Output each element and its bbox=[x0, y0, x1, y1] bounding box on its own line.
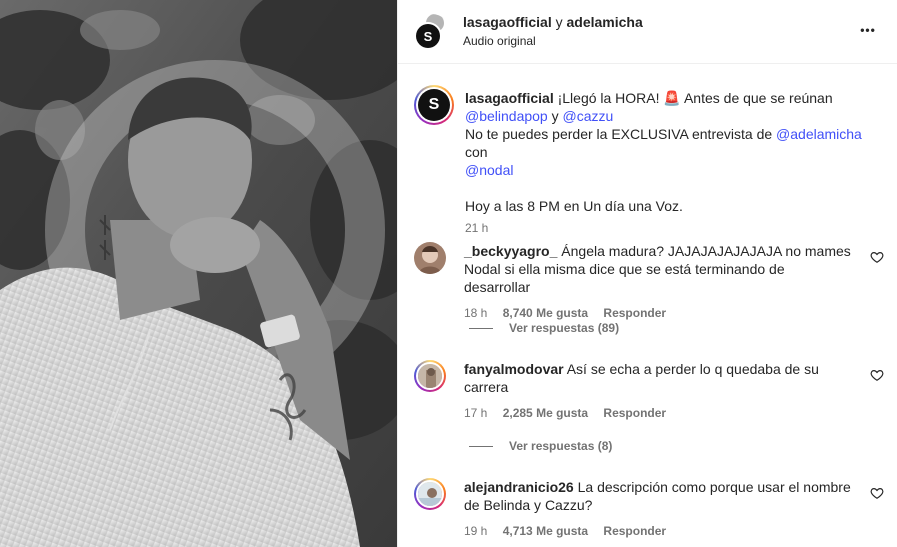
replies-dash bbox=[469, 327, 493, 329]
caption-time[interactable]: 21 h bbox=[465, 221, 885, 235]
heart-icon[interactable] bbox=[870, 486, 884, 500]
mention-adelamicha[interactable]: @adelamicha bbox=[776, 126, 862, 142]
comment-text: Así se echa a perder lo q quedaba de su bbox=[566, 361, 819, 377]
mention-nodal[interactable]: @nodal bbox=[465, 162, 513, 178]
lasaga-logo-icon: S bbox=[418, 89, 450, 121]
mention-belindapop[interactable]: @belindapop bbox=[465, 108, 548, 124]
comment-item: alejandranicio26 La descripción como por… bbox=[414, 478, 884, 544]
comment-likes[interactable]: 4,713 Me gusta bbox=[503, 524, 588, 538]
reply-button[interactable]: Responder bbox=[603, 524, 666, 538]
lasaga-logo-icon: S bbox=[416, 24, 440, 48]
comment-username[interactable]: alejandranicio26 bbox=[464, 479, 574, 495]
comment-username[interactable]: fanyalmodovar bbox=[464, 361, 564, 377]
view-replies-button[interactable]: Ver respuestas (89) bbox=[469, 321, 619, 335]
reply-button[interactable]: Responder bbox=[603, 406, 666, 420]
comment-text: Ángela madura? JAJAJAJAJAJAJA no mames bbox=[561, 243, 851, 259]
author-link-2[interactable]: adelamicha bbox=[566, 14, 642, 30]
authors-separator: y bbox=[555, 14, 563, 30]
caption-username[interactable]: lasagaofficial bbox=[465, 90, 554, 106]
reply-button[interactable]: Responder bbox=[603, 306, 666, 320]
caption-avatar[interactable]: S bbox=[414, 85, 454, 125]
comment-text: La descripción como porque usar el nombr… bbox=[577, 479, 851, 495]
commenter-avatar[interactable] bbox=[414, 478, 446, 510]
comment-text-cont: Nodal si ella misma dice que se está ter… bbox=[464, 261, 785, 295]
comment-item: fanyalmodovar Así se echa a perder lo q … bbox=[414, 360, 884, 460]
post-details-panel: S lasagaofficial y adelamicha Audio orig… bbox=[397, 0, 897, 547]
author-link-1[interactable]: lasagaofficial bbox=[463, 14, 552, 30]
comment-text-cont: carrera bbox=[464, 379, 509, 395]
comment-time[interactable]: 19 h bbox=[464, 524, 487, 538]
author-avatar[interactable]: S bbox=[414, 14, 450, 50]
comment-time[interactable]: 17 h bbox=[464, 406, 487, 420]
caption-text-2: No te puedes perder la EXCLUSIVA entrevi… bbox=[465, 126, 773, 142]
more-icon: ••• bbox=[860, 23, 876, 37]
post-photo bbox=[0, 0, 397, 547]
more-options-button[interactable]: ••• bbox=[856, 18, 880, 42]
view-replies-button[interactable]: Ver respuestas (8) bbox=[469, 439, 612, 453]
comment-username[interactable]: _beckyyagro_ bbox=[464, 243, 557, 259]
commenter-avatar[interactable] bbox=[414, 360, 446, 392]
replies-dash bbox=[469, 445, 493, 447]
comment-likes[interactable]: 8,740 Me gusta bbox=[503, 306, 588, 320]
caption-text-1: ¡Llegó la HORA! 🚨 Antes de que se reúnan bbox=[557, 90, 833, 106]
comment-likes[interactable]: 2,285 Me gusta bbox=[503, 406, 588, 420]
comment-item: _beckyyagro_ Ángela madura? JAJAJAJAJAJA… bbox=[414, 242, 884, 342]
caption-text-3: Hoy a las 8 PM en Un día una Voz. bbox=[465, 198, 683, 214]
heart-icon[interactable] bbox=[870, 368, 884, 382]
post-caption: lasagaofficial ¡Llegó la HORA! 🚨 Antes d… bbox=[465, 89, 885, 235]
commenter-avatar[interactable] bbox=[414, 242, 446, 274]
post-header: S lasagaofficial y adelamicha Audio orig… bbox=[398, 0, 897, 64]
comment-text-cont: de Belinda y Cazzu? bbox=[464, 497, 593, 513]
post-authors: lasagaofficial y adelamicha bbox=[463, 14, 643, 30]
comment-time[interactable]: 18 h bbox=[464, 306, 487, 320]
heart-icon[interactable] bbox=[870, 250, 884, 264]
mention-cazzu[interactable]: @cazzu bbox=[563, 108, 614, 124]
post-media[interactable] bbox=[0, 0, 397, 547]
audio-link[interactable]: Audio original bbox=[463, 34, 536, 48]
